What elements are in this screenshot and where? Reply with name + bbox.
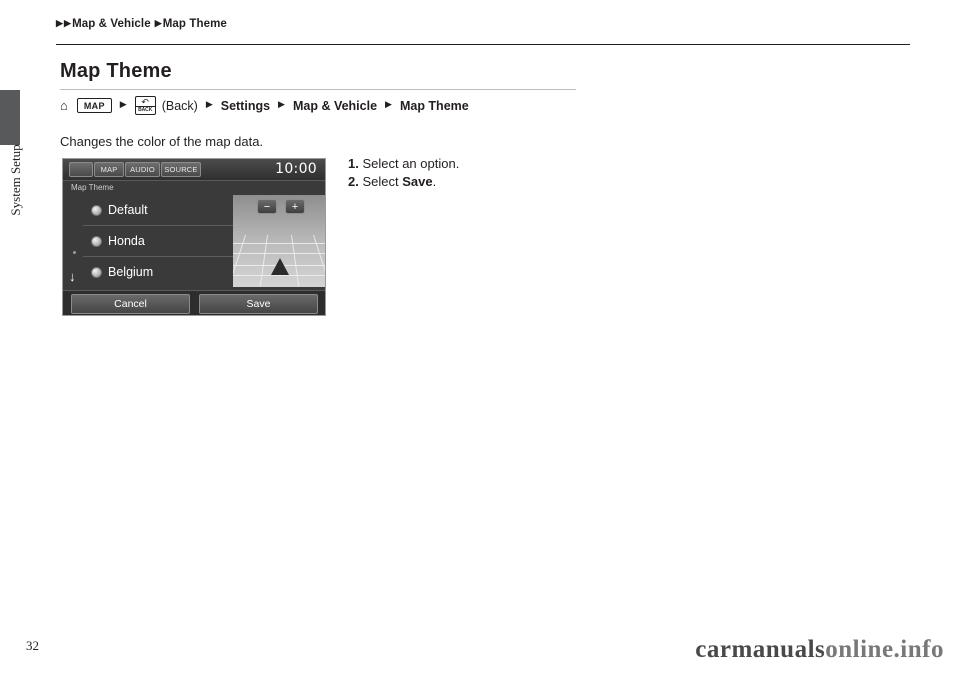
cancel-button[interactable]: Cancel (71, 294, 190, 314)
map-preview: − + (233, 195, 325, 287)
radio-button-icon[interactable] (91, 235, 102, 247)
header-divider (56, 44, 910, 45)
watermark: carmanualsonline.info (695, 636, 944, 664)
back-button-icon: ↶ BACK (134, 96, 156, 115)
tab-audio[interactable]: AUDIO (125, 162, 160, 177)
breadcrumb-arrow-icon: ▶ (154, 17, 162, 28)
screen-top-bar: MAP AUDIO SOURCE 10:00 (63, 159, 325, 181)
zoom-out-button[interactable]: − (257, 199, 277, 214)
breadcrumb-arrow-icon: ▶ (56, 17, 64, 28)
step-number: 1. (348, 156, 359, 171)
list-item-label: Default (108, 203, 148, 217)
breadcrumb-arrow-icon: ▶ (64, 17, 72, 28)
step-number: 2. (348, 174, 359, 189)
tab-blank[interactable] (69, 162, 93, 177)
page-number: 32 (26, 638, 39, 653)
back-arrow-glyph: ↶ (141, 97, 149, 107)
zoom-in-button[interactable]: + (285, 199, 305, 214)
step-list: 1. Select an option. 2. Select Save. (348, 155, 459, 191)
list-item-belgium[interactable]: Belgium (63, 257, 233, 287)
screen-bottom-bar: Cancel Save (63, 290, 325, 315)
title-divider (60, 89, 576, 90)
clock-display: 10:00 (275, 161, 317, 177)
intro-paragraph: Changes the color of the map data. (60, 134, 264, 149)
path-item-map-theme: Map Theme (399, 98, 469, 113)
list-item-label: Honda (108, 234, 145, 248)
tab-map[interactable]: MAP (94, 162, 124, 177)
screen-subtitle: Map Theme (71, 183, 114, 192)
step-text-tail: . (432, 174, 437, 189)
path-arrow-icon: ▶ (205, 99, 213, 109)
breadcrumb-level-2: Map Theme (162, 18, 227, 30)
step-text: Select an option. (358, 156, 460, 171)
list-item-label: Belgium (108, 265, 154, 279)
step-text: Select (358, 174, 403, 189)
tab-source[interactable]: SOURCE (161, 162, 201, 177)
list-item-honda[interactable]: Honda (63, 226, 233, 256)
back-word-label: (Back) (161, 98, 198, 113)
list-item-default[interactable]: Default (63, 195, 233, 225)
map-grid-line (233, 253, 325, 254)
map-grid-line (233, 275, 325, 276)
watermark-dim: online.info (825, 636, 944, 663)
path-item-map-vehicle: Map & Vehicle (292, 98, 378, 113)
section-tab-label: System Setup (8, 144, 23, 216)
scroll-indicator-dot (73, 251, 76, 254)
watermark-main: carmanuals (695, 636, 826, 663)
radio-button-icon[interactable] (91, 266, 102, 278)
navigation-path: ⌂ MAP ▶ ↶ BACK (Back) ▶ Settings ▶ Map &… (60, 96, 469, 115)
step-item-1: 1. Select an option. (348, 155, 459, 173)
vehicle-position-icon (271, 258, 289, 275)
back-button-label: BACK (135, 106, 155, 113)
breadcrumb-level-1: Map & Vehicle (72, 18, 151, 30)
save-button[interactable]: Save (199, 294, 318, 314)
step-item-2: 2. Select Save. (348, 173, 459, 191)
path-arrow-icon: ▶ (278, 99, 285, 109)
infotainment-screen-illustration: MAP AUDIO SOURCE 10:00 Map Theme Default… (62, 158, 326, 316)
page-title: Map Theme (60, 60, 172, 82)
path-arrow-icon: ▶ (385, 99, 392, 109)
radio-button-icon[interactable] (91, 204, 102, 216)
scroll-down-icon[interactable]: ↓ (69, 269, 76, 284)
step-emphasis: Save (402, 174, 433, 189)
home-icon: ⌂ (60, 98, 68, 113)
path-arrow-icon: ▶ (119, 99, 127, 109)
map-grid-line (233, 243, 325, 244)
map-button-icon: MAP (76, 98, 112, 113)
option-list: Default Honda Belgium ↓ (63, 195, 233, 287)
path-item-settings: Settings (220, 98, 271, 113)
breadcrumb: ▶▶Map & Vehicle ▶Map Theme (56, 17, 227, 31)
